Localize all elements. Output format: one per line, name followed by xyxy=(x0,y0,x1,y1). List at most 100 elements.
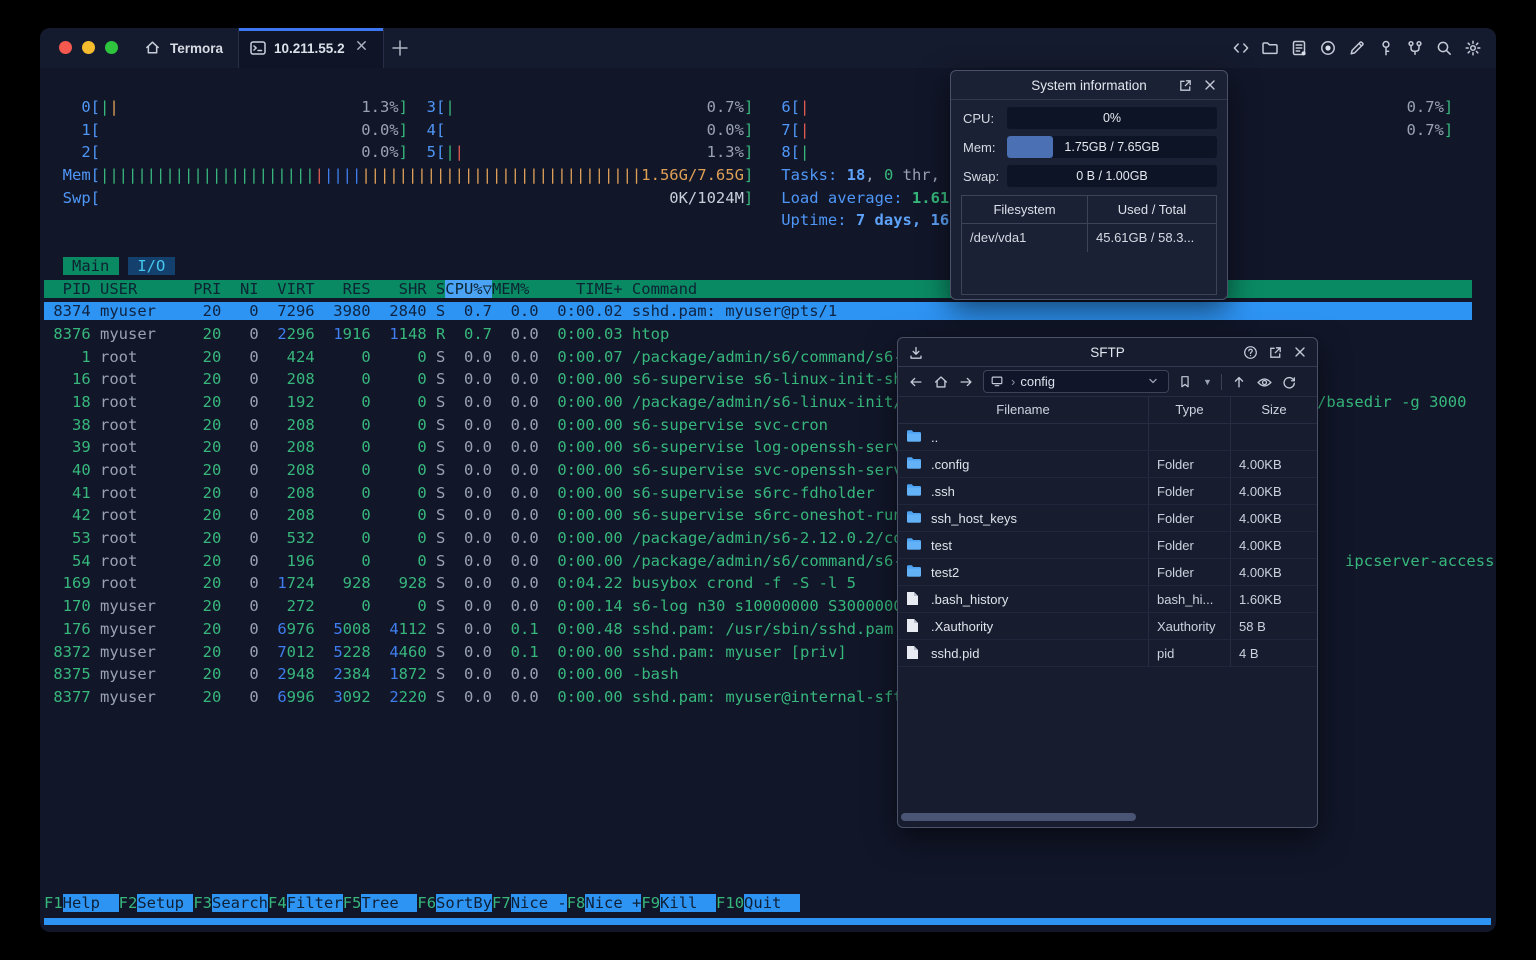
up-directory-icon[interactable] xyxy=(1231,374,1247,390)
code-icon[interactable] xyxy=(1232,39,1250,57)
breadcrumb-separator: › xyxy=(1011,374,1016,389)
zoom-window-button[interactable] xyxy=(105,41,118,54)
refresh-icon[interactable] xyxy=(1281,374,1297,390)
open-in-window-icon[interactable] xyxy=(1178,78,1194,94)
record-icon[interactable] xyxy=(1319,39,1337,57)
search-icon[interactable] xyxy=(1435,39,1453,57)
meter-row: Mem: 1.75GB / 7.65GB xyxy=(963,136,1217,158)
fkey-F6-label[interactable]: SortBy xyxy=(436,894,493,912)
panel-title: SFTP xyxy=(1090,344,1125,360)
close-icon[interactable] xyxy=(1203,78,1219,94)
horizontal-scrollbar-thumb[interactable] xyxy=(901,813,1136,821)
file-row-test[interactable]: test Folder 4.00KB xyxy=(898,532,1317,559)
fkey-F10-label[interactable]: Quit xyxy=(744,894,801,912)
terminal-line: Main I/O xyxy=(62,256,175,275)
download-icon[interactable] xyxy=(908,345,924,361)
fkey-F3-label[interactable]: Search xyxy=(212,894,269,912)
file-type: bash_hi... xyxy=(1149,586,1231,612)
fkey-F5-label[interactable]: Tree xyxy=(361,894,418,912)
fkey-F8[interactable]: F8 xyxy=(567,894,586,912)
chevron-down-icon[interactable] xyxy=(1146,374,1162,390)
file-icon xyxy=(906,618,922,634)
fkey-F9-label[interactable]: Kill xyxy=(660,894,717,912)
file-row-ssh_host_keys[interactable]: ssh_host_keys Folder 4.00KB xyxy=(898,505,1317,532)
file-size: 4.00KB xyxy=(1239,510,1282,526)
app-window: Termora 10.211.55.2 0[|| 1.3%] 3[| 0.7%]… xyxy=(40,28,1496,932)
file-size: 1.60KB xyxy=(1239,591,1282,607)
file-type: Xauthority xyxy=(1149,613,1231,639)
titlebar-actions xyxy=(1232,28,1482,68)
toolbar-divider xyxy=(1220,373,1222,390)
home-tab-label: Termora xyxy=(170,40,224,56)
folder-icon[interactable] xyxy=(1261,39,1279,57)
home-tab[interactable]: Termora xyxy=(144,28,223,68)
terminal-line: 2[ 0.0%] 5[|| 1.3%] 8[| xyxy=(81,143,810,162)
bookmark-icon[interactable] xyxy=(1178,374,1194,390)
titlebar: Termora 10.211.55.2 xyxy=(40,28,1496,68)
path-breadcrumb[interactable]: › config xyxy=(983,370,1169,393)
file-size: 4.00KB xyxy=(1239,564,1282,580)
file-row-.Xauthority[interactable]: .Xauthority Xauthority 58 B xyxy=(898,613,1317,640)
meter-label: Swap: xyxy=(963,168,1000,184)
filesystem-row[interactable]: /dev/vda1 45.61GB / 58.3... xyxy=(962,224,1216,252)
forward-icon[interactable] xyxy=(958,374,974,390)
file-row-.bash_history[interactable]: .bash_history bash_hi... 1.60KB xyxy=(898,586,1317,613)
fkey-F2-label[interactable]: Setup xyxy=(137,894,194,912)
settings-gear-icon[interactable] xyxy=(1464,39,1482,57)
htop-function-bar[interactable]: F1Help F2Setup F3SearchF4FilterF5Tree F6… xyxy=(44,892,801,914)
close-window-button[interactable] xyxy=(59,41,72,54)
file-type: pid xyxy=(1149,640,1231,666)
folder-icon xyxy=(906,456,922,472)
close-icon[interactable] xyxy=(1293,345,1309,361)
file-name: .bash_history xyxy=(931,591,1009,607)
tab-close-icon[interactable] xyxy=(355,39,373,57)
terminal-line: 0[|| 1.3%] 3[| 0.7%] 6[| 0.7%] xyxy=(81,98,1454,116)
fkey-F9[interactable]: F9 xyxy=(641,894,660,912)
back-icon[interactable] xyxy=(908,374,924,390)
fkey-F6[interactable]: F6 xyxy=(417,894,436,912)
open-in-window-icon[interactable] xyxy=(1268,345,1284,361)
file-row-.config[interactable]: .config Folder 4.00KB xyxy=(898,451,1317,478)
sftp-title-bar[interactable]: SFTP xyxy=(898,338,1317,367)
fkey-F3[interactable]: F3 xyxy=(193,894,212,912)
filesystem-column-header[interactable]: Filesystem xyxy=(962,196,1088,223)
meter-row: Swap: 0 B / 1.00GB xyxy=(963,165,1217,187)
fkey-F1-label[interactable]: Help xyxy=(62,894,119,912)
meter-row: CPU: 0% xyxy=(963,107,1217,129)
file-row-.ssh[interactable]: .ssh Folder 4.00KB xyxy=(898,478,1317,505)
fkey-F4[interactable]: F4 xyxy=(268,894,287,912)
pencil-icon[interactable] xyxy=(1348,39,1366,57)
bookmark-caret-icon[interactable]: ▼ xyxy=(1203,377,1212,387)
show-hidden-eye-icon[interactable] xyxy=(1256,374,1272,390)
fkey-F1[interactable]: F1 xyxy=(44,894,63,912)
file-size: 4.00KB xyxy=(1239,456,1282,472)
type-column-header[interactable]: Type xyxy=(1149,397,1231,423)
notes-icon[interactable] xyxy=(1290,39,1308,57)
file-row-sshd.pid[interactable]: sshd.pid pid 4 B xyxy=(898,640,1317,667)
fkey-F7-label[interactable]: Nice - xyxy=(510,894,567,912)
file-row-test2[interactable]: test2 Folder 4.00KB xyxy=(898,559,1317,586)
size-column-header[interactable]: Size xyxy=(1231,397,1317,423)
new-tab-button[interactable] xyxy=(390,38,410,58)
meter-bar: 0 B / 1.00GB xyxy=(1007,165,1217,187)
used-total-column-header[interactable]: Used / Total xyxy=(1088,196,1216,223)
sftp-panel: SFTP › config ▼ Filename Type Size .. .c… xyxy=(897,337,1318,828)
fkey-F2[interactable]: F2 xyxy=(119,894,138,912)
fkey-F7[interactable]: F7 xyxy=(492,894,511,912)
fkey-F10[interactable]: F10 xyxy=(716,894,744,912)
home-icon[interactable] xyxy=(933,374,949,390)
system-information-title-bar[interactable]: System information xyxy=(951,71,1227,100)
terminal-line: Uptime: 7 days, 16:2 xyxy=(781,211,968,230)
meter-label: Mem: xyxy=(963,139,996,155)
keychain-icon[interactable] xyxy=(1406,39,1424,57)
file-size: 58 B xyxy=(1239,618,1266,634)
tab-active-session[interactable]: 10.211.55.2 xyxy=(238,28,384,68)
help-icon[interactable] xyxy=(1243,345,1259,361)
filename-column-header[interactable]: Filename xyxy=(898,397,1149,423)
fkey-F4-label[interactable]: Filter xyxy=(286,894,343,912)
key-icon[interactable] xyxy=(1377,39,1395,57)
file-row-..[interactable]: .. xyxy=(898,424,1317,451)
minimize-window-button[interactable] xyxy=(82,41,95,54)
fkey-F8-label[interactable]: Nice + xyxy=(585,894,642,912)
fkey-F5[interactable]: F5 xyxy=(343,894,362,912)
